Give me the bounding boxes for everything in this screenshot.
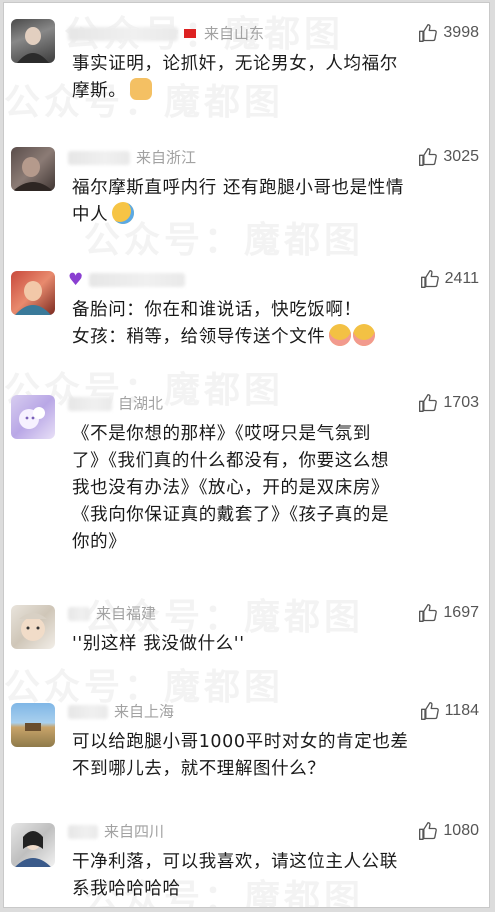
avatar[interactable] bbox=[11, 395, 55, 439]
comment-item: 来自福建 1697 ''别这样 我没做什么'' bbox=[4, 597, 489, 687]
username-blurred bbox=[68, 824, 98, 839]
like-count: 1184 bbox=[444, 702, 479, 719]
shy-face-emoji bbox=[353, 324, 376, 346]
thumbs-up-icon bbox=[419, 604, 438, 622]
avatar[interactable] bbox=[11, 823, 55, 867]
like-count: 3998 bbox=[443, 24, 479, 41]
comment-item: 自湖北 1703 《不是你想的那样》《哎呀只是气氛到 了》《我们真的什么都没有，… bbox=[4, 387, 489, 587]
location-label: 来自上海 bbox=[114, 702, 175, 721]
avatar[interactable] bbox=[11, 19, 55, 63]
location-label: 自湖北 bbox=[118, 394, 164, 413]
like-button[interactable]: 1080 bbox=[418, 817, 479, 845]
purple-heart-icon: ♥ bbox=[68, 269, 84, 290]
location-label: 来自浙江 bbox=[136, 148, 197, 167]
location-label: 来自四川 bbox=[104, 822, 165, 841]
thumbs-up-icon bbox=[420, 270, 439, 288]
comment-item: ♥ 2411 备胎问：你在和谁说话，快吃饭啊！ 女孩：稍等，给领导传送个文件 bbox=[4, 263, 489, 383]
username-blurred bbox=[68, 150, 130, 165]
like-count: 1080 bbox=[443, 822, 479, 839]
comment-text: 备胎问：你在和谁说话，快吃饭啊！ 女孩：稍等，给领导传送个文件 bbox=[72, 297, 461, 351]
like-count: 3025 bbox=[443, 148, 479, 165]
like-button[interactable]: 2411 bbox=[420, 265, 479, 293]
like-button[interactable]: 1697 bbox=[418, 599, 479, 627]
avatar[interactable] bbox=[11, 605, 55, 649]
comment-text: 事实证明，论抓奸，无论男女，人均福尔 摩斯。 bbox=[72, 54, 398, 101]
thumbs-up-icon bbox=[419, 148, 438, 166]
location-label: 来自福建 bbox=[96, 604, 157, 623]
comment-text: 干净利落，可以我喜欢，请这位主人公联 系我哈哈哈哈 bbox=[72, 852, 398, 899]
thumbs-up-icon bbox=[419, 394, 438, 412]
thumbs-up-icon bbox=[420, 702, 439, 720]
username-blurred bbox=[68, 396, 112, 411]
comment-item: 来自四川 1080 干净利落，可以我喜欢，请这位主人公联 系我哈哈哈哈 bbox=[4, 815, 489, 907]
username-blurred bbox=[68, 26, 178, 41]
username-blurred bbox=[68, 704, 108, 719]
like-button[interactable]: 3025 bbox=[418, 143, 479, 171]
like-button[interactable]: 3998 bbox=[418, 19, 479, 47]
location-label: 来自山东 bbox=[204, 24, 265, 43]
comment-text: 福尔摩斯直呼内行 还有跑腿小哥也是性情 中人 bbox=[72, 178, 404, 225]
avatar[interactable] bbox=[11, 703, 55, 747]
comment-text: 可以给跑腿小哥1000平时对女的肯定也差 不到哪儿去，就不理解图什么？ bbox=[72, 732, 409, 779]
like-button[interactable]: 1184 bbox=[420, 697, 479, 725]
username-blurred bbox=[68, 606, 90, 621]
avatar[interactable] bbox=[11, 147, 55, 191]
comment-list: 公众号：魔都图 公众号：魔都图 公众号：魔都图 公众号：魔都图 公众号：魔都图 … bbox=[3, 2, 490, 908]
username-blurred bbox=[89, 272, 186, 287]
cat-face-emoji bbox=[130, 78, 153, 100]
thumbs-up-icon bbox=[419, 822, 438, 840]
flag-icon bbox=[184, 29, 196, 38]
like-count: 1703 bbox=[443, 394, 479, 411]
comment-item: 来自上海 1184 可以给跑腿小哥1000平时对女的肯定也差 不到哪儿去，就不理… bbox=[4, 695, 489, 815]
like-button[interactable]: 1703 bbox=[418, 389, 479, 417]
like-count: 2411 bbox=[444, 270, 479, 287]
avatar[interactable] bbox=[11, 271, 55, 315]
laughing-crying-emoji bbox=[112, 202, 135, 224]
comment-text: 《不是你想的那样》《哎呀只是气氛到 了》《我们真的什么都没有，你要这么想 我也没… bbox=[72, 424, 390, 552]
shy-face-emoji bbox=[329, 324, 352, 346]
thumbs-up-icon bbox=[419, 24, 438, 42]
like-count: 1697 bbox=[443, 604, 479, 621]
comment-item: 来自浙江 3025 福尔摩斯直呼内行 还有跑腿小哥也是性情 中人 bbox=[4, 141, 489, 261]
comment-item: 来自山东 3998 事实证明，论抓奸，无论男女，人均福尔 摩斯。 bbox=[4, 17, 489, 127]
comment-text: ''别这样 我没做什么'' bbox=[72, 634, 245, 654]
